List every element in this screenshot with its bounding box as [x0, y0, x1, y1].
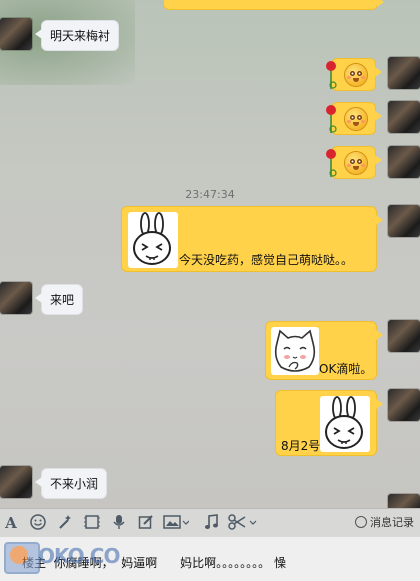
- avatar-self[interactable]: [388, 101, 420, 133]
- rabbit-sticker: [128, 212, 178, 268]
- avatar-self[interactable]: [388, 389, 420, 421]
- watermark-logo: OKO.CO: [4, 536, 140, 574]
- message-text: 来吧: [50, 293, 75, 307]
- image-icon[interactable]: [163, 514, 190, 532]
- message-text: 今天没吃药，感觉自己萌哒哒。。: [179, 253, 354, 267]
- message-text: 不来小润: [50, 477, 99, 491]
- mic-icon[interactable]: [111, 514, 127, 532]
- rose-icon: [324, 59, 338, 89]
- message-bubble-incoming: 明天来梅衬: [34, 20, 120, 51]
- avatar-self[interactable]: [388, 146, 420, 178]
- input-toolbar: A 消息记录: [0, 508, 420, 538]
- message-bubble-incoming: 不来小润: [34, 468, 108, 499]
- emoji-icon[interactable]: [29, 514, 47, 532]
- message-bubble-cut: [163, 0, 384, 10]
- message-text: OK滴啦。: [319, 362, 373, 376]
- message-text: 明天来梅衬: [50, 29, 111, 43]
- font-icon[interactable]: A: [3, 514, 19, 532]
- avatar-other[interactable]: [0, 18, 32, 50]
- watermark-text: OKO.CO: [38, 544, 120, 568]
- rose-icon: [324, 103, 338, 133]
- avatar-self[interactable]: [388, 205, 420, 237]
- flushed-face-icon: [345, 64, 367, 86]
- flushed-face-icon: [345, 152, 367, 174]
- message-bubble-outgoing: [326, 58, 382, 91]
- rose-icon: [324, 147, 338, 177]
- avatar-self[interactable]: [388, 57, 420, 89]
- music-icon[interactable]: [203, 514, 219, 532]
- flushed-face-icon: [345, 108, 367, 130]
- message-bubble-incoming: 来吧: [34, 284, 84, 315]
- clock-icon: [355, 516, 367, 528]
- message-text: 8月2号: [281, 439, 321, 453]
- message-bubble-outgoing: 今天没吃药，感觉自己萌哒哒。。: [121, 206, 383, 272]
- cat-sticker: [271, 327, 319, 375]
- edit-icon[interactable]: [137, 514, 155, 532]
- message-bubble-outgoing: [326, 102, 382, 135]
- history-label: 消息记录: [370, 516, 414, 529]
- magic-icon[interactable]: [56, 514, 74, 532]
- scissors-icon[interactable]: [228, 514, 258, 532]
- logo-icon: [4, 542, 40, 574]
- message-bubble-outgoing: OK滴啦。: [265, 321, 383, 380]
- avatar-self[interactable]: [388, 320, 420, 352]
- message-history-button[interactable]: 消息记录: [355, 514, 414, 532]
- message-timestamp: 23:47:34: [185, 188, 235, 201]
- rabbit-sticker: [320, 396, 370, 452]
- avatar-other[interactable]: [0, 466, 32, 498]
- chat-history[interactable]: 明天来梅衬 23:47:34 今天没吃药，感觉自己萌哒哒。。 来吧 OK滴啦。 …: [0, 0, 420, 510]
- video-icon[interactable]: [82, 514, 102, 532]
- message-bubble-outgoing: 8月2号: [275, 390, 383, 456]
- message-bubble-outgoing: [326, 146, 382, 179]
- avatar-other[interactable]: [0, 282, 32, 314]
